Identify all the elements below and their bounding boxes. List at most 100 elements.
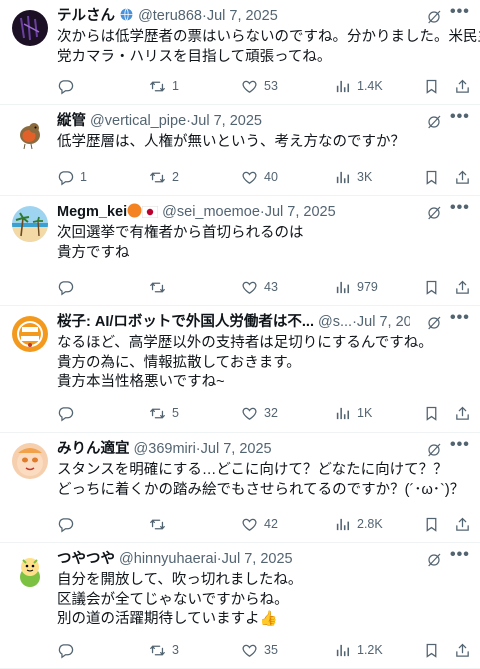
- bookmark-button[interactable]: [423, 640, 440, 660]
- display-name[interactable]: みりん適宜: [57, 441, 130, 457]
- post-date[interactable]: Jul 7, 2025: [357, 314, 410, 330]
- share-button[interactable]: [454, 277, 471, 297]
- views-chart-icon: [334, 78, 351, 95]
- handle[interactable]: @vertical_pipe: [90, 113, 186, 129]
- post-date[interactable]: Jul 7, 2025: [265, 204, 336, 220]
- avatar[interactable]: [12, 115, 48, 151]
- heart-icon: [241, 642, 258, 659]
- display-name[interactable]: 桜子: AI/ロボットで外国人労働者は不...: [57, 314, 314, 330]
- action-bar: 3 35 1.2K: [57, 640, 470, 660]
- post-date[interactable]: Jul 7, 2025: [201, 441, 272, 457]
- share-button[interactable]: [454, 403, 471, 423]
- avatar[interactable]: [12, 10, 48, 46]
- more-options-button[interactable]: •••: [450, 109, 469, 129]
- repost-icon: [149, 516, 166, 533]
- reply-post[interactable]: つやつや @hinnyuhaerai·Jul 7, 2025 ••• 自分を開放して…: [0, 543, 480, 669]
- handle[interactable]: @sei_moemoe: [162, 204, 260, 220]
- reply-post[interactable]: みりん適宜 @369miri·Jul 7, 2025 ••• スタンスを明確にする……: [0, 433, 480, 543]
- heart-icon: [241, 279, 258, 296]
- share-icon: [454, 78, 471, 95]
- grok-icon[interactable]: [426, 315, 442, 331]
- display-name[interactable]: つやつや: [57, 551, 115, 567]
- more-options-button[interactable]: •••: [450, 4, 469, 24]
- share-button[interactable]: [454, 640, 471, 660]
- share-icon: [454, 516, 471, 533]
- likes-count: 32: [264, 406, 278, 420]
- avatar[interactable]: [12, 553, 48, 589]
- repost-icon: [149, 78, 166, 95]
- grok-icon[interactable]: [426, 205, 442, 221]
- avatar[interactable]: [12, 443, 48, 479]
- more-options-button[interactable]: •••: [450, 310, 469, 330]
- display-name[interactable]: 縦管: [57, 113, 86, 129]
- reply-button[interactable]: [57, 640, 80, 660]
- heart-icon: [241, 405, 258, 422]
- views-button[interactable]: 3K: [334, 167, 372, 187]
- repost-button[interactable]: 1: [149, 76, 179, 96]
- handle[interactable]: @teru868: [138, 8, 202, 24]
- reply-post[interactable]: テルさん @teru868·Jul 7, 2025 ••• 次からは低学歴者の票はい…: [0, 0, 480, 105]
- reply-button[interactable]: [57, 403, 80, 423]
- handle[interactable]: @s...: [318, 314, 352, 330]
- bookmark-button[interactable]: [423, 167, 440, 187]
- post-header: みりん適宜 @369miri·Jul 7, 2025: [57, 439, 410, 459]
- reply-button[interactable]: 1: [57, 167, 87, 187]
- views-button[interactable]: 1.4K: [334, 76, 383, 96]
- post-header: テルさん @teru868·Jul 7, 2025: [57, 6, 410, 26]
- post-date[interactable]: Jul 7, 2025: [191, 113, 262, 129]
- reply-button[interactable]: [57, 514, 80, 534]
- repost-icon: [149, 169, 166, 186]
- views-button[interactable]: 1K: [334, 403, 372, 423]
- repost-button[interactable]: 2: [149, 167, 179, 187]
- grok-icon[interactable]: [426, 9, 442, 25]
- views-button[interactable]: 979: [334, 277, 378, 297]
- share-button[interactable]: [454, 76, 471, 96]
- reply-icon: [57, 169, 74, 186]
- bookmark-button[interactable]: [423, 514, 440, 534]
- grok-icon[interactable]: [426, 552, 442, 568]
- like-button[interactable]: 35: [241, 640, 278, 660]
- like-button[interactable]: 32: [241, 403, 278, 423]
- views-button[interactable]: 2.8K: [334, 514, 383, 534]
- retweets-count: 3: [172, 643, 179, 657]
- like-button[interactable]: 42: [241, 514, 278, 534]
- reply-post[interactable]: 縦管 @vertical_pipe·Jul 7, 2025 ••• 低学歴層は、人権…: [0, 105, 480, 196]
- display-name[interactable]: Megm_kei: [57, 204, 127, 220]
- views-button[interactable]: 1.2K: [334, 640, 383, 660]
- bookmark-button[interactable]: [423, 277, 440, 297]
- post-date[interactable]: Jul 7, 2025: [222, 551, 293, 567]
- post-date[interactable]: Jul 7, 2025: [207, 8, 278, 24]
- reply-button[interactable]: [57, 76, 80, 96]
- post-text: 次からは低学歴者の票はいらないのですね。分かりました。米民主 党カマラ・ハリスを目…: [57, 28, 480, 67]
- share-button[interactable]: [454, 514, 471, 534]
- share-button[interactable]: [454, 167, 471, 187]
- handle[interactable]: @369miri: [134, 441, 196, 457]
- handle[interactable]: @hinnyuhaerai: [119, 551, 217, 567]
- avatar[interactable]: [12, 316, 48, 352]
- reply-post[interactable]: 桜子: AI/ロボットで外国人労働者は不... @s...·Jul 7, 202…: [0, 306, 480, 433]
- reply-button[interactable]: [57, 277, 80, 297]
- like-button[interactable]: 43: [241, 277, 278, 297]
- views-chart-icon: [334, 642, 351, 659]
- avatar[interactable]: [12, 206, 48, 242]
- grok-icon[interactable]: [426, 442, 442, 458]
- like-button[interactable]: 40: [241, 167, 278, 187]
- more-options-button[interactable]: •••: [450, 200, 469, 220]
- like-button[interactable]: 53: [241, 76, 278, 96]
- bookmark-button[interactable]: [423, 403, 440, 423]
- repost-button[interactable]: 5: [149, 403, 179, 423]
- display-name[interactable]: テルさん: [57, 8, 115, 24]
- share-icon: [454, 279, 471, 296]
- views-count: 1.4K: [357, 79, 383, 93]
- post-text-line: 低学歴層は、人権が無いという、考え方なのですか？: [57, 134, 405, 150]
- repost-button[interactable]: 3: [149, 640, 179, 660]
- reply-post[interactable]: Megm_kei @sei_moemoe·Jul 7, 2025 ••• 次回選挙で…: [0, 196, 480, 306]
- post-header: Megm_kei @sei_moemoe·Jul 7, 2025: [57, 202, 410, 222]
- repost-button[interactable]: [149, 514, 172, 534]
- more-options-button[interactable]: •••: [450, 437, 469, 457]
- repost-button[interactable]: [149, 277, 172, 297]
- more-options-button[interactable]: •••: [450, 547, 469, 567]
- grok-icon[interactable]: [426, 114, 442, 130]
- likes-count: 42: [264, 517, 278, 531]
- bookmark-button[interactable]: [423, 76, 440, 96]
